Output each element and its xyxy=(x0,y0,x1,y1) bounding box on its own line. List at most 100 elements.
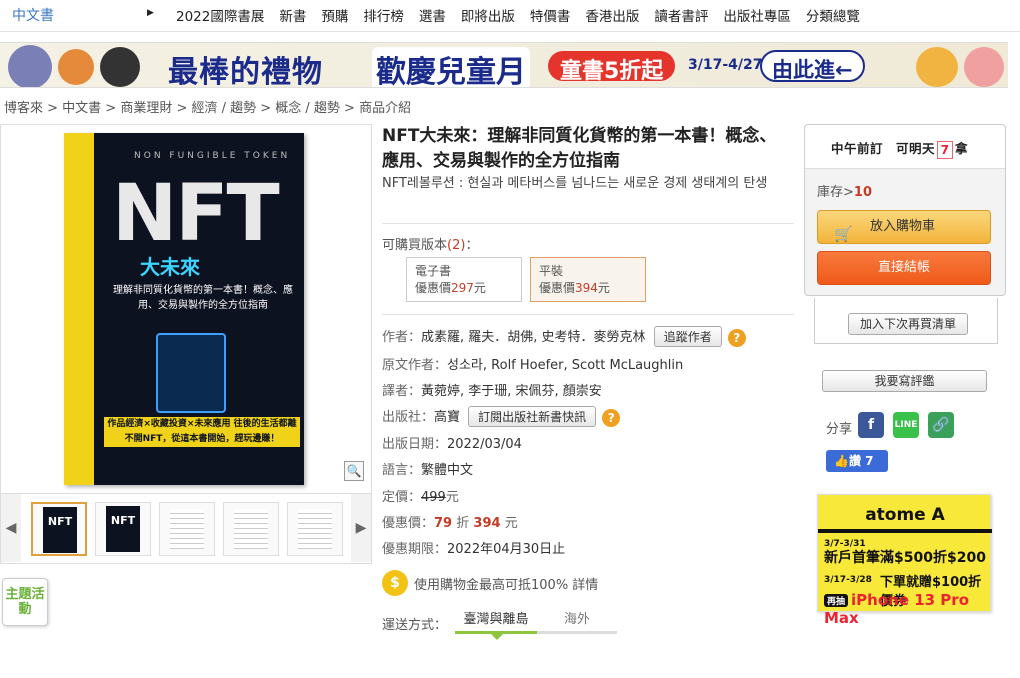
zoom-icon[interactable]: 🔍 xyxy=(344,461,364,481)
available-versions: 可購買版本(2)： xyxy=(382,234,478,253)
ad-offer-3: 再抽 iPhone 13 Pro Max xyxy=(824,591,990,627)
product-image-gallery: NON FUNGIBLE TOKEN NFT 大未來 理解非同質化貨幣的第一本書… xyxy=(0,124,372,494)
nav-link[interactable]: 預購 xyxy=(321,5,348,25)
cartoon-pig-decoration xyxy=(964,47,1004,87)
author-label: 作者： xyxy=(382,330,422,345)
nav-link[interactable]: 新書 xyxy=(279,5,306,25)
nav-link[interactable]: 排行榜 xyxy=(363,5,404,25)
coin-icon: $ xyxy=(382,570,408,596)
nav-link[interactable]: 2022國際書展 xyxy=(176,5,264,25)
like-label: 讚 7 xyxy=(848,454,874,468)
stock-label: 庫存> xyxy=(817,185,854,200)
delivery-text-suffix: 拿 xyxy=(955,141,969,156)
version-name: 電子書 xyxy=(415,264,452,278)
thumbnail[interactable] xyxy=(287,502,343,556)
thumbnail-page xyxy=(170,509,204,549)
discount-unit: 折 xyxy=(456,516,470,531)
book-cover-image[interactable]: NON FUNGIBLE TOKEN NFT 大未來 理解非同質化貨幣的第一本書… xyxy=(64,133,304,485)
nav-link[interactable]: 出版社專區 xyxy=(723,5,791,25)
nav-links: 2022國際書展 新書 預購 排行榜 選書 即將出版 特價書 香港出版 讀者書評… xyxy=(176,5,875,25)
active-tab-indicator xyxy=(491,634,503,640)
sale-until-value: 2022年04月30日止 xyxy=(447,542,566,557)
cover-title: NFT xyxy=(112,169,280,259)
nav-link[interactable]: 讀者書評 xyxy=(654,5,708,25)
banner-discount: 童書5折起 xyxy=(548,51,676,84)
shopping-credit-info[interactable]: 使用購物金最高可抵100% 詳情 xyxy=(414,574,598,593)
share-label: 分享 xyxy=(826,422,853,437)
ad-date-2: 3/17-3/28 xyxy=(824,575,872,585)
banner-subtitle: 歡慶兒童月 xyxy=(372,47,530,87)
add-to-cart-button[interactable]: 🛒 放入購物車 xyxy=(817,210,991,244)
ad-offer-1: 新戶首筆滿$500折$200 xyxy=(824,550,986,566)
delivery-promise: 中午前訂 可明天 7 拿 xyxy=(805,125,1005,169)
publisher-value[interactable]: 高寶 xyxy=(434,410,460,425)
list-price-value: 499 xyxy=(421,490,446,505)
banner-title: 最棒的禮物 xyxy=(168,55,323,88)
facebook-icon[interactable]: f xyxy=(858,412,884,438)
category-dropdown[interactable]: 中文書 ▶ xyxy=(0,0,160,30)
discount-value: 79 xyxy=(434,516,453,531)
translator-value[interactable]: 黃菀婷, 李于珊, 宋佩芬, 顏崇安 xyxy=(421,384,602,399)
cartoon-face-decoration xyxy=(58,49,94,85)
help-icon[interactable]: ? xyxy=(727,328,746,347)
translator-label: 譯者： xyxy=(382,384,422,399)
version-price-unit: 元 xyxy=(597,281,610,295)
buy-box: 中午前訂 可明天 7 拿 庫存>10 🛒 放入購物車 直接結帳 xyxy=(804,124,1006,296)
version-price: 297 xyxy=(451,281,474,295)
nav-link[interactable]: 選書 xyxy=(419,5,446,25)
version-price-label: 優惠價 xyxy=(539,281,576,295)
version-price-label: 優惠價 xyxy=(415,281,452,295)
like-button[interactable]: 👍讚 7 xyxy=(826,450,888,472)
atome-ad[interactable]: atome A 3/7-3/31 新戶首筆滿$500折$200 3/17-3/2… xyxy=(817,494,992,627)
thumbnail[interactable]: NFT xyxy=(31,502,87,556)
thumbnail[interactable]: NFT xyxy=(95,502,151,556)
sale-price-unit: 元 xyxy=(504,516,518,531)
banner-enter-button[interactable]: 由此進← xyxy=(760,50,865,82)
thumbnail-page xyxy=(234,509,268,549)
cover-subtitle: 大未來 xyxy=(140,255,200,279)
write-review-button[interactable]: 我要寫評鑑 xyxy=(822,370,987,392)
checkout-button[interactable]: 直接結帳 xyxy=(817,251,991,285)
thumbnail[interactable] xyxy=(223,502,279,556)
publisher-label: 出版社： xyxy=(382,410,435,425)
follow-author-button[interactable]: 追蹤作者 xyxy=(653,326,722,347)
cartoon-monster-decoration xyxy=(8,45,52,87)
cover-illustration xyxy=(156,333,226,413)
chevron-right-icon[interactable]: ▶ xyxy=(351,494,371,562)
nav-link[interactable]: 分類總覽 xyxy=(806,5,860,25)
breadcrumb[interactable]: 博客來 > 中文書 > 商業理財 > 經濟 / 趨勢 > 概念 / 趨勢 > 商… xyxy=(4,97,411,116)
available-colon: ： xyxy=(465,238,479,253)
promo-banner[interactable]: 最棒的禮物 歡慶兒童月 童書5折起 3/17-4/27 由此進← xyxy=(0,42,1008,88)
thumbnail-cover: NFT xyxy=(106,506,140,552)
ad-tag: 再抽 xyxy=(824,594,849,607)
version-price: 394 xyxy=(575,281,598,295)
product-title: NFT大未來：理解非同質化貨幣的第一本書！概念、應用、交易與製作的全方位指南 xyxy=(382,126,777,171)
cover-top-text: NON FUNGIBLE TOKEN xyxy=(134,151,291,161)
chevron-left-icon[interactable]: ◀ xyxy=(1,494,21,562)
link-icon[interactable]: 🔗 xyxy=(928,412,954,438)
thumbnail[interactable] xyxy=(159,502,215,556)
tab-overseas[interactable]: 海外 xyxy=(537,608,617,634)
publisher-row: 出版社：高寶 訂閱出版社新書快訊? xyxy=(382,406,621,427)
original-title: NFT레볼루션 : 현실과 메타버스를 넘나드는 새로운 경제 생태계의 탄생 xyxy=(382,176,768,191)
line-icon[interactable]: LINE xyxy=(893,412,919,438)
sale-price-row: 優惠價：79 折 394 元 xyxy=(382,512,518,531)
nav-link[interactable]: 香港出版 xyxy=(585,5,639,25)
original-author-value[interactable]: 성소라, Rolf Hoefer, Scott McLaughlin xyxy=(447,358,683,373)
sale-price-value: 394 xyxy=(473,516,501,531)
available-label: 可購買版本 xyxy=(382,238,448,253)
theme-activity-button[interactable]: 主題活動 xyxy=(2,578,48,626)
atome-logo: atome A xyxy=(865,505,945,525)
author-value[interactable]: 成素羅, 羅夫．胡佛, 史考特．麥勞克林 xyxy=(421,330,646,345)
pubdate-label: 出版日期： xyxy=(382,437,448,452)
version-ebook[interactable]: 電子書 優惠價297元 xyxy=(406,257,522,302)
tab-taiwan[interactable]: 臺灣與離島 xyxy=(455,608,537,634)
nav-link[interactable]: 即將出版 xyxy=(461,5,515,25)
subscribe-publisher-button[interactable]: 訂閱出版社新書快訊 xyxy=(468,406,597,427)
version-paperback[interactable]: 平裝 優惠價394元 xyxy=(530,257,646,302)
divider xyxy=(382,223,794,224)
shipping-label: 運送方式： xyxy=(382,618,448,633)
wishlist-button[interactable]: 加入下次再買清單 xyxy=(848,313,968,335)
help-icon[interactable]: ? xyxy=(602,408,621,427)
nav-link[interactable]: 特價書 xyxy=(530,5,571,25)
